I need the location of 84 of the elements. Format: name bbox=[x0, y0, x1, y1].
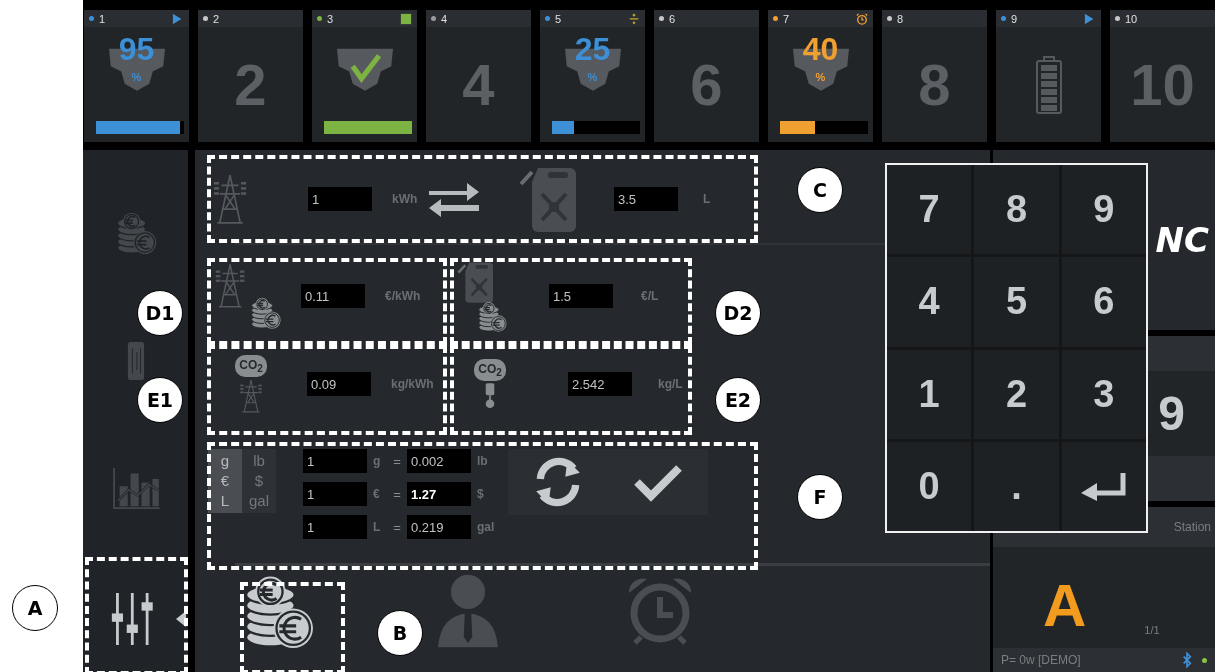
unit-label: € bbox=[373, 487, 381, 501]
unit-label: €/L bbox=[641, 289, 659, 303]
keypad-key[interactable]: 4 bbox=[887, 257, 972, 347]
input-field[interactable]: 3.5 bbox=[614, 187, 678, 211]
divide-icon bbox=[628, 12, 640, 25]
slot-number: 10 bbox=[1125, 12, 1138, 25]
slot-number: 9 bbox=[1011, 12, 1018, 25]
input-field[interactable]: 1.27 bbox=[407, 482, 471, 506]
slot-number: 1 bbox=[99, 12, 106, 25]
percent-sign: % bbox=[586, 71, 599, 83]
slot-number: 6 bbox=[669, 12, 676, 25]
equals-sign: = bbox=[392, 519, 402, 535]
checkmark-icon bbox=[632, 462, 685, 502]
input-field[interactable]: 1 bbox=[308, 187, 372, 211]
play-icon bbox=[172, 12, 184, 25]
unit-label: L bbox=[373, 520, 382, 534]
slot-number: 5 bbox=[555, 12, 562, 25]
connection-dot-icon bbox=[1202, 657, 1207, 663]
keypad-key[interactable]: . bbox=[974, 441, 1059, 531]
slot-number-large: 6 bbox=[690, 55, 723, 114]
unit-label: L bbox=[703, 192, 711, 206]
slot-number-large: 2 bbox=[234, 55, 267, 114]
slot-number-large: 4 bbox=[462, 55, 495, 114]
alarm-clock-icon bbox=[856, 12, 868, 25]
percent-value: 95 bbox=[117, 33, 156, 65]
percent-sign: % bbox=[130, 71, 143, 83]
co2-cloud-label: CO$_{2}$ bbox=[474, 358, 506, 382]
callout-marker: A bbox=[12, 585, 58, 631]
input-field[interactable]: 1.5 bbox=[549, 284, 613, 308]
bluetooth-icon bbox=[1182, 652, 1192, 668]
input-field[interactable]: 1 bbox=[303, 482, 367, 506]
input-field[interactable]: 0.219 bbox=[407, 515, 471, 539]
unit-label: $ bbox=[477, 487, 484, 501]
confirm-button[interactable] bbox=[632, 462, 685, 502]
slot-number-large: 10 bbox=[1130, 55, 1195, 114]
connector-letter: A bbox=[1043, 576, 1087, 636]
page-indicator: 1/1 bbox=[1144, 624, 1160, 636]
keypad-key[interactable]: 9 bbox=[1061, 165, 1146, 255]
unit-label: gal bbox=[477, 520, 495, 534]
station-label: Station bbox=[1173, 520, 1211, 534]
unit-system-toggle[interactable]: g € L bbox=[208, 449, 242, 513]
play-icon bbox=[1084, 12, 1096, 25]
unit-label: kWh bbox=[392, 192, 419, 206]
slot-number: 4 bbox=[441, 12, 448, 25]
power-status: P= 0w [DEMO] bbox=[1001, 653, 1082, 667]
unit-label: kg/L bbox=[658, 377, 683, 391]
keypad-key[interactable]: 1 bbox=[887, 349, 972, 439]
percent-sign: % bbox=[814, 71, 827, 83]
unit-label: kg/kWh bbox=[391, 377, 434, 391]
keypad-key[interactable]: 2 bbox=[974, 349, 1059, 439]
slot-number-large: 8 bbox=[918, 55, 951, 114]
input-field[interactable]: 0.002 bbox=[407, 449, 471, 473]
square-icon bbox=[400, 12, 412, 25]
equals-sign: = bbox=[392, 486, 402, 502]
unit-label: g bbox=[373, 454, 382, 468]
fuel-pump-icon bbox=[484, 383, 496, 410]
unit-label: €/kWh bbox=[385, 289, 421, 303]
input-field[interactable]: 0.09 bbox=[307, 372, 371, 396]
slot-number: 7 bbox=[783, 12, 790, 25]
keypad-key[interactable] bbox=[1061, 441, 1146, 531]
keypad-key[interactable]: 8 bbox=[974, 165, 1059, 255]
slot-number: 3 bbox=[327, 12, 334, 25]
power-tower-icon bbox=[239, 379, 263, 414]
slot-number: 2 bbox=[213, 12, 220, 25]
keypad-key[interactable]: 0 bbox=[887, 441, 972, 531]
input-field[interactable]: 1 bbox=[303, 515, 367, 539]
reading-value: 9 bbox=[1158, 386, 1185, 441]
input-field[interactable]: 0.11 bbox=[301, 284, 365, 308]
equals-sign: = bbox=[392, 453, 402, 469]
keypad-key[interactable]: 7 bbox=[887, 165, 972, 255]
logo-text: NC bbox=[1155, 220, 1209, 260]
keypad-key[interactable]: 5 bbox=[974, 257, 1059, 347]
input-field[interactable]: 1 bbox=[303, 449, 367, 473]
keypad-key[interactable]: 3 bbox=[1061, 349, 1146, 439]
input-field[interactable]: 2.542 bbox=[568, 372, 632, 396]
percent-value: 25 bbox=[573, 33, 612, 65]
tower-with-coins-icon bbox=[213, 263, 283, 329]
keypad-key[interactable]: 6 bbox=[1061, 257, 1146, 347]
person-icon bbox=[436, 572, 500, 648]
unit-label: lb bbox=[477, 454, 488, 468]
percent-value: 40 bbox=[801, 33, 840, 65]
battery-icon bbox=[1034, 55, 1063, 114]
slot-number: 8 bbox=[897, 12, 904, 25]
co2-cloud-label: CO$_{2}$ bbox=[235, 354, 267, 378]
